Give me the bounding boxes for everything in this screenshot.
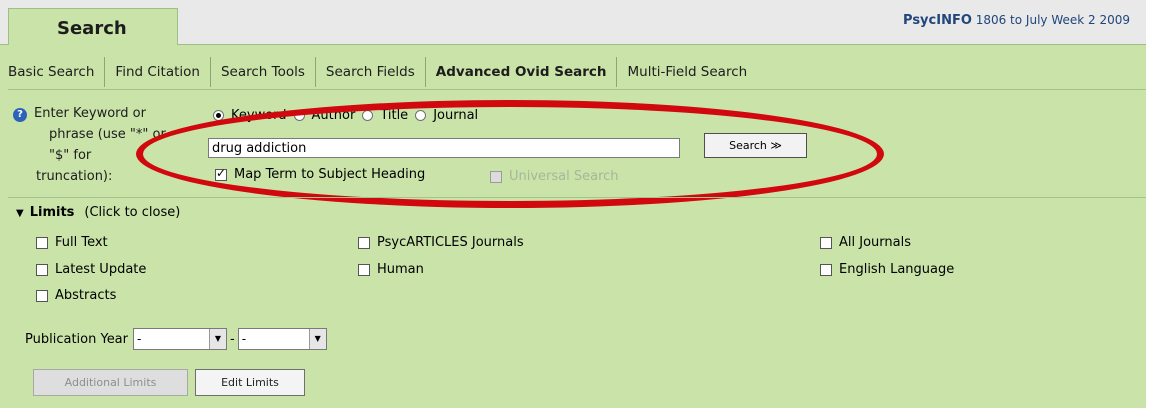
keyword-search-input[interactable] — [208, 138, 680, 158]
limit-abstracts: Abstracts — [36, 288, 116, 303]
limit-latest-update-label: Latest Update — [55, 262, 147, 277]
additional-limits-button: Additional Limits — [33, 369, 188, 396]
radio-keyword-label: Keyword — [231, 108, 287, 123]
universal-search-checkbox — [490, 170, 502, 183]
search-button[interactable]: Search ≫ — [704, 133, 807, 158]
limit-human: Human — [358, 262, 424, 277]
database-range: 1806 to July Week 2 2009 — [971, 13, 1130, 27]
search-page: Search PsycINFO 1806 to July Week 2 2009… — [0, 0, 1146, 408]
field-radio-group: Keyword Author Title Journal — [213, 108, 485, 123]
triangle-down-icon: ▼ — [16, 208, 24, 219]
limit-full-text-label: Full Text — [55, 235, 108, 250]
query-prompt-line-1: Enter Keyword or — [34, 106, 146, 121]
search-mode-tabs: Basic Search Find Citation Search Tools … — [8, 57, 757, 87]
limit-abstracts-checkbox[interactable] — [36, 289, 48, 302]
database-name: PsycINFO — [903, 13, 972, 28]
year-to-value: - — [241, 332, 247, 346]
publication-year-label: Publication Year — [25, 331, 128, 347]
limit-human-label: Human — [377, 262, 424, 277]
limit-abstracts-label: Abstracts — [55, 288, 117, 303]
radio-journal[interactable] — [415, 110, 427, 121]
tab-search-tools[interactable]: Search Tools — [211, 57, 316, 87]
year-to-select[interactable]: - ▼ — [237, 328, 327, 350]
tab-multi-field-search[interactable]: Multi-Field Search — [617, 57, 757, 87]
radio-title-label: Title — [380, 108, 409, 123]
limit-latest-update: Latest Update — [36, 262, 146, 277]
search-main-tab[interactable]: Search — [8, 8, 178, 45]
tab-basic-search[interactable]: Basic Search — [8, 57, 106, 87]
map-term-checkbox[interactable] — [215, 166, 227, 181]
universal-search-option: Universal Search — [490, 169, 619, 184]
limits-toggle-hint: (Click to close) — [84, 205, 181, 220]
limit-psycarticles-label: PsycARTICLES Journals — [377, 235, 524, 250]
limit-all-journals-label: All Journals — [839, 235, 911, 250]
query-divider — [8, 197, 1146, 198]
radio-keyword[interactable] — [213, 110, 224, 121]
publication-year-row: Publication Year - ▼ - - ▼ — [25, 328, 327, 350]
limit-psycarticles-checkbox[interactable] — [358, 236, 370, 249]
limits-title: Limits — [29, 205, 75, 220]
year-from-value: - — [137, 332, 142, 346]
header-bar: Search PsycINFO 1806 to July Week 2 2009 — [0, 0, 1146, 45]
map-term-option: Map Term to Subject Heading — [215, 166, 426, 182]
database-info: PsycINFO 1806 to July Week 2 2009 — [903, 13, 1130, 28]
edit-limits-button[interactable]: Edit Limits — [195, 369, 305, 396]
radio-author[interactable] — [293, 110, 305, 121]
limit-psycarticles-journals: PsycARTICLES Journals — [358, 235, 524, 250]
tab-search-fields[interactable]: Search Fields — [316, 57, 426, 87]
query-prompt-line-2: phrase (use "*" or — [49, 127, 166, 142]
limit-all-journals-checkbox[interactable] — [820, 236, 832, 249]
limits-toggle[interactable]: ▼ Limits (Click to close) — [16, 205, 180, 220]
radio-title[interactable] — [362, 110, 374, 121]
tabs-divider — [8, 89, 1146, 90]
limit-all-journals: All Journals — [820, 235, 911, 250]
year-from-select[interactable]: - ▼ — [133, 328, 227, 350]
limit-english-language: English Language — [820, 262, 954, 277]
map-term-label: Map Term to Subject Heading — [234, 167, 426, 182]
question-mark-icon[interactable]: ? — [13, 108, 27, 122]
tab-find-citation[interactable]: Find Citation — [105, 57, 211, 87]
limit-english-language-label: English Language — [839, 262, 955, 277]
year-range-separator: - — [230, 331, 235, 347]
radio-author-label: Author — [311, 108, 356, 123]
limit-human-checkbox[interactable] — [358, 263, 370, 276]
radio-journal-label: Journal — [433, 108, 479, 123]
search-main-tab-label: Search — [57, 18, 127, 39]
query-prompt-line-3: "$" for — [49, 148, 92, 163]
limit-full-text-checkbox[interactable] — [36, 236, 48, 249]
query-prompt-line-4: truncation): — [36, 169, 113, 184]
limit-full-text: Full Text — [36, 235, 108, 250]
limit-latest-update-checkbox[interactable] — [36, 263, 48, 276]
universal-search-label: Universal Search — [509, 169, 619, 184]
limit-english-language-checkbox[interactable] — [820, 263, 832, 276]
chevron-down-icon: ▼ — [308, 329, 326, 349]
chevron-down-icon: ▼ — [209, 329, 226, 349]
tab-advanced-ovid-search[interactable]: Advanced Ovid Search — [426, 57, 618, 87]
